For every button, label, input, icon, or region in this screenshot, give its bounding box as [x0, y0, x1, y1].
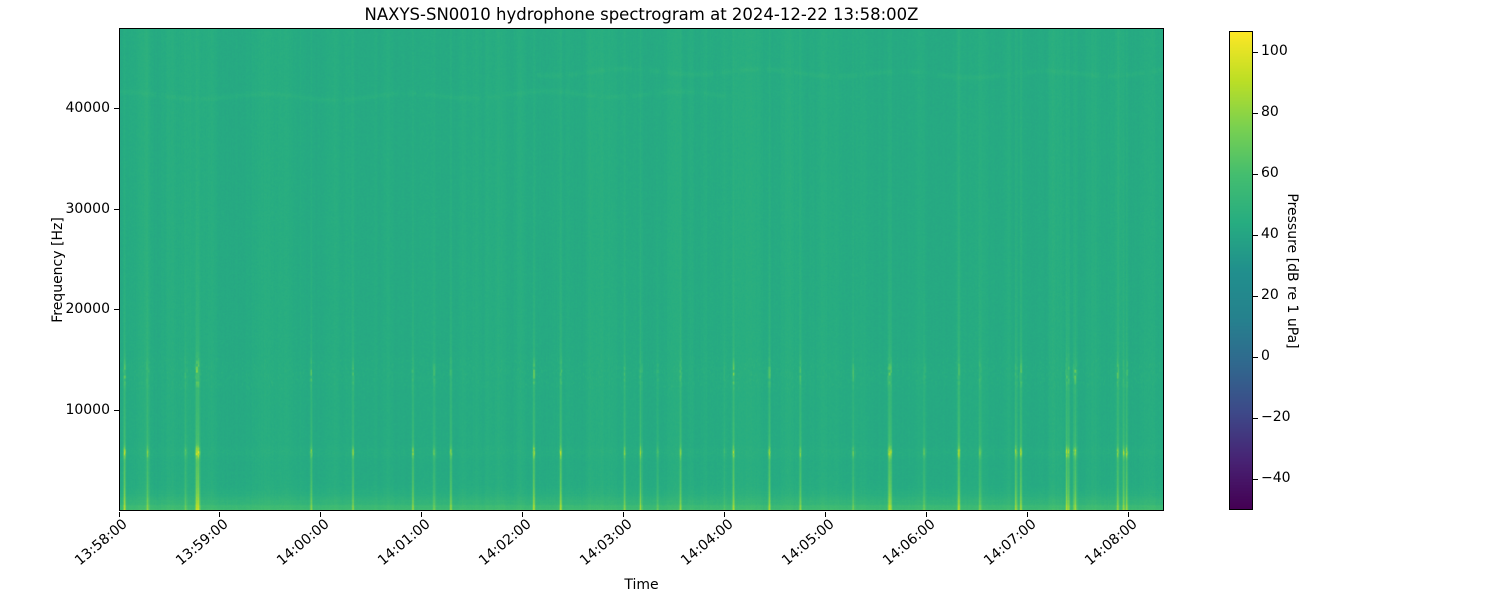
- colorbar-tick-label: −40: [1261, 470, 1291, 487]
- colorbar-tick: [1253, 234, 1258, 236]
- colorbar-tick-label: 20: [1261, 287, 1279, 304]
- y-tick-label: 30000: [65, 200, 110, 217]
- y-axis-label: Frequency [Hz]: [50, 217, 66, 323]
- y-tick: [114, 409, 119, 411]
- x-tick-label: 14:03:00: [577, 516, 636, 569]
- colorbar-tick: [1253, 478, 1258, 480]
- x-tick-label: 13:59:00: [173, 516, 232, 569]
- colorbar-tick: [1253, 173, 1258, 175]
- spectrogram-canvas: [120, 29, 1163, 510]
- x-tick-label: 14:02:00: [476, 516, 535, 569]
- colorbar-label: Pressure [dB re 1 uPa]: [1284, 193, 1300, 349]
- plot-title: NAXYS-SN0010 hydrophone spectrogram at 2…: [364, 5, 919, 24]
- colorbar-tick: [1253, 51, 1258, 53]
- y-tick: [114, 108, 119, 109]
- y-tick-label: 40000: [65, 100, 110, 116]
- plot-area: [119, 28, 1164, 511]
- y-tick: [114, 309, 119, 311]
- y-tick-label: 10000: [65, 401, 110, 418]
- colorbar: [1229, 31, 1253, 510]
- colorbar-tick-label: 40: [1261, 226, 1279, 243]
- x-tick-label: 14:04:00: [677, 516, 737, 569]
- x-tick-label: 14:01:00: [375, 516, 434, 569]
- colorbar-tick-label: 0: [1261, 348, 1270, 365]
- colorbar-tick-label: 60: [1261, 165, 1279, 182]
- y-tick-label: 20000: [65, 301, 110, 318]
- x-tick-label: 14:06:00: [879, 516, 939, 569]
- y-tick: [114, 208, 119, 210]
- x-tick-label: 13:58:00: [72, 516, 131, 569]
- x-tick-label: 14:07:00: [980, 516, 1040, 569]
- x-tick-label: 14:05:00: [778, 516, 838, 569]
- colorbar-tick: [1253, 356, 1258, 358]
- colorbar-tick: [1253, 417, 1258, 419]
- colorbar-tick: [1253, 295, 1258, 297]
- x-tick-label: 14:00:00: [274, 516, 333, 569]
- colorbar-tick-label: 80: [1261, 104, 1279, 121]
- colorbar-tick-label: −20: [1261, 409, 1291, 426]
- colorbar-tick: [1253, 112, 1258, 114]
- x-tick-label: 14:08:00: [1081, 516, 1141, 569]
- colorbar-canvas: [1230, 32, 1252, 509]
- colorbar-tick-label: 100: [1261, 43, 1288, 60]
- x-axis-label: Time: [624, 577, 659, 593]
